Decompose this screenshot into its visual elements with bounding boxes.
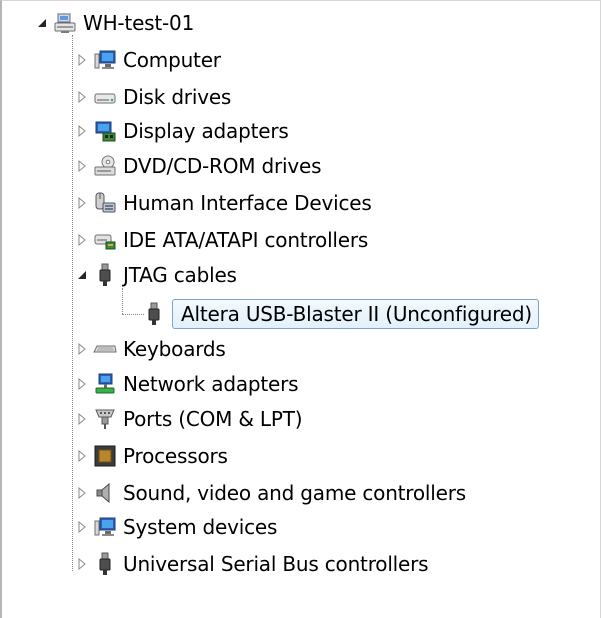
- tree-item-label: Keyboards: [123, 337, 226, 361]
- tree-root-label: WH-test-01: [83, 11, 195, 35]
- keyboard-icon: [93, 345, 117, 353]
- collapsed-arrow-icon[interactable]: [75, 90, 89, 104]
- tree-item-label: Disk drives: [123, 85, 232, 109]
- dvd-drive-icon: [94, 155, 116, 176]
- tree-item-ide-controllers[interactable]: IDE ATA/ATAPI controllers: [75, 224, 368, 256]
- tree-item-label: Sound, video and game controllers: [123, 481, 466, 505]
- tree-item-display-adapters[interactable]: Display adapters: [75, 115, 289, 147]
- tree-item-keyboards[interactable]: Keyboards: [75, 333, 226, 365]
- tree-item-label: DVD/CD-ROM drives: [123, 154, 322, 178]
- tree-item-label: Universal Serial Bus controllers: [123, 552, 429, 576]
- collapsed-arrow-icon[interactable]: [75, 412, 89, 426]
- tree-item-label: Altera USB-Blaster II (Unconfigured): [172, 299, 539, 329]
- system-device-icon: [94, 517, 116, 536]
- tree-item-usb-controllers[interactable]: Universal Serial Bus controllers: [75, 548, 429, 580]
- tree-item-label: Display adapters: [123, 119, 289, 143]
- collapsed-arrow-icon[interactable]: [75, 159, 89, 173]
- tree-item-computer[interactable]: Computer: [75, 44, 221, 76]
- tree-item-ports[interactable]: Ports (COM & LPT): [75, 403, 303, 435]
- collapsed-arrow-icon[interactable]: [75, 53, 89, 67]
- tree-item-disk-drives[interactable]: Disk drives: [75, 81, 231, 113]
- speaker-icon: [96, 482, 110, 504]
- tree-item-label: System devices: [123, 515, 278, 539]
- tree-item-dvd-drives[interactable]: DVD/CD-ROM drives: [75, 150, 322, 182]
- collapsed-arrow-icon[interactable]: [75, 377, 89, 391]
- computer-tree-root-icon: [54, 13, 76, 33]
- tree-item-processors[interactable]: Processors: [75, 440, 228, 472]
- collapsed-arrow-icon[interactable]: [75, 342, 89, 356]
- tree-item-jtag-cables[interactable]: JTAG cables: [75, 259, 237, 291]
- computer-icon: [94, 50, 116, 69]
- tree-item-altera-usb-blaster[interactable]: Altera USB-Blaster II (Unconfigured): [138, 298, 539, 330]
- tree-item-label: IDE ATA/ATAPI controllers: [123, 228, 369, 252]
- tree-line-root: [72, 35, 73, 571]
- tree-item-network-adapters[interactable]: Network adapters: [75, 368, 299, 400]
- usb-plug-icon: [99, 552, 111, 575]
- processor-icon: [94, 445, 116, 467]
- hid-icon: [95, 192, 116, 213]
- collapsed-arrow-icon[interactable]: [75, 449, 89, 463]
- port-icon: [95, 409, 115, 429]
- expanded-arrow-icon[interactable]: [75, 268, 89, 282]
- tree-item-label: JTAG cables: [123, 263, 237, 287]
- collapsed-arrow-icon[interactable]: [75, 486, 89, 500]
- collapsed-arrow-icon[interactable]: [75, 196, 89, 210]
- tree-root-node[interactable]: WH-test-01: [35, 7, 194, 39]
- tree-item-label: Computer: [123, 48, 221, 72]
- disk-drive-icon: [94, 93, 116, 104]
- network-adapter-icon: [95, 373, 115, 394]
- collapsed-arrow-icon[interactable]: [75, 520, 89, 534]
- expanded-arrow-icon[interactable]: [35, 16, 49, 30]
- collapsed-arrow-icon[interactable]: [75, 233, 89, 247]
- tree-item-label: Ports (COM & LPT): [123, 407, 303, 431]
- tree-item-sound-video[interactable]: Sound, video and game controllers: [75, 477, 466, 509]
- device-tree-panel: WH-test-01 Computer Disk drives Display …: [0, 0, 601, 618]
- usb-plug-icon: [99, 263, 111, 286]
- ide-controller-icon: [94, 234, 116, 250]
- collapsed-arrow-icon[interactable]: [75, 124, 89, 138]
- tree-item-hid[interactable]: Human Interface Devices: [75, 187, 372, 219]
- display-adapter-icon: [95, 121, 116, 142]
- collapsed-arrow-icon[interactable]: [75, 557, 89, 571]
- tree-item-label: Human Interface Devices: [123, 191, 372, 215]
- usb-plug-icon: [148, 302, 160, 325]
- tree-line-jtag: [122, 288, 123, 314]
- tree-item-label: Processors: [123, 444, 228, 468]
- tree-item-system-devices[interactable]: System devices: [75, 511, 277, 543]
- tree-item-label: Network adapters: [123, 372, 299, 396]
